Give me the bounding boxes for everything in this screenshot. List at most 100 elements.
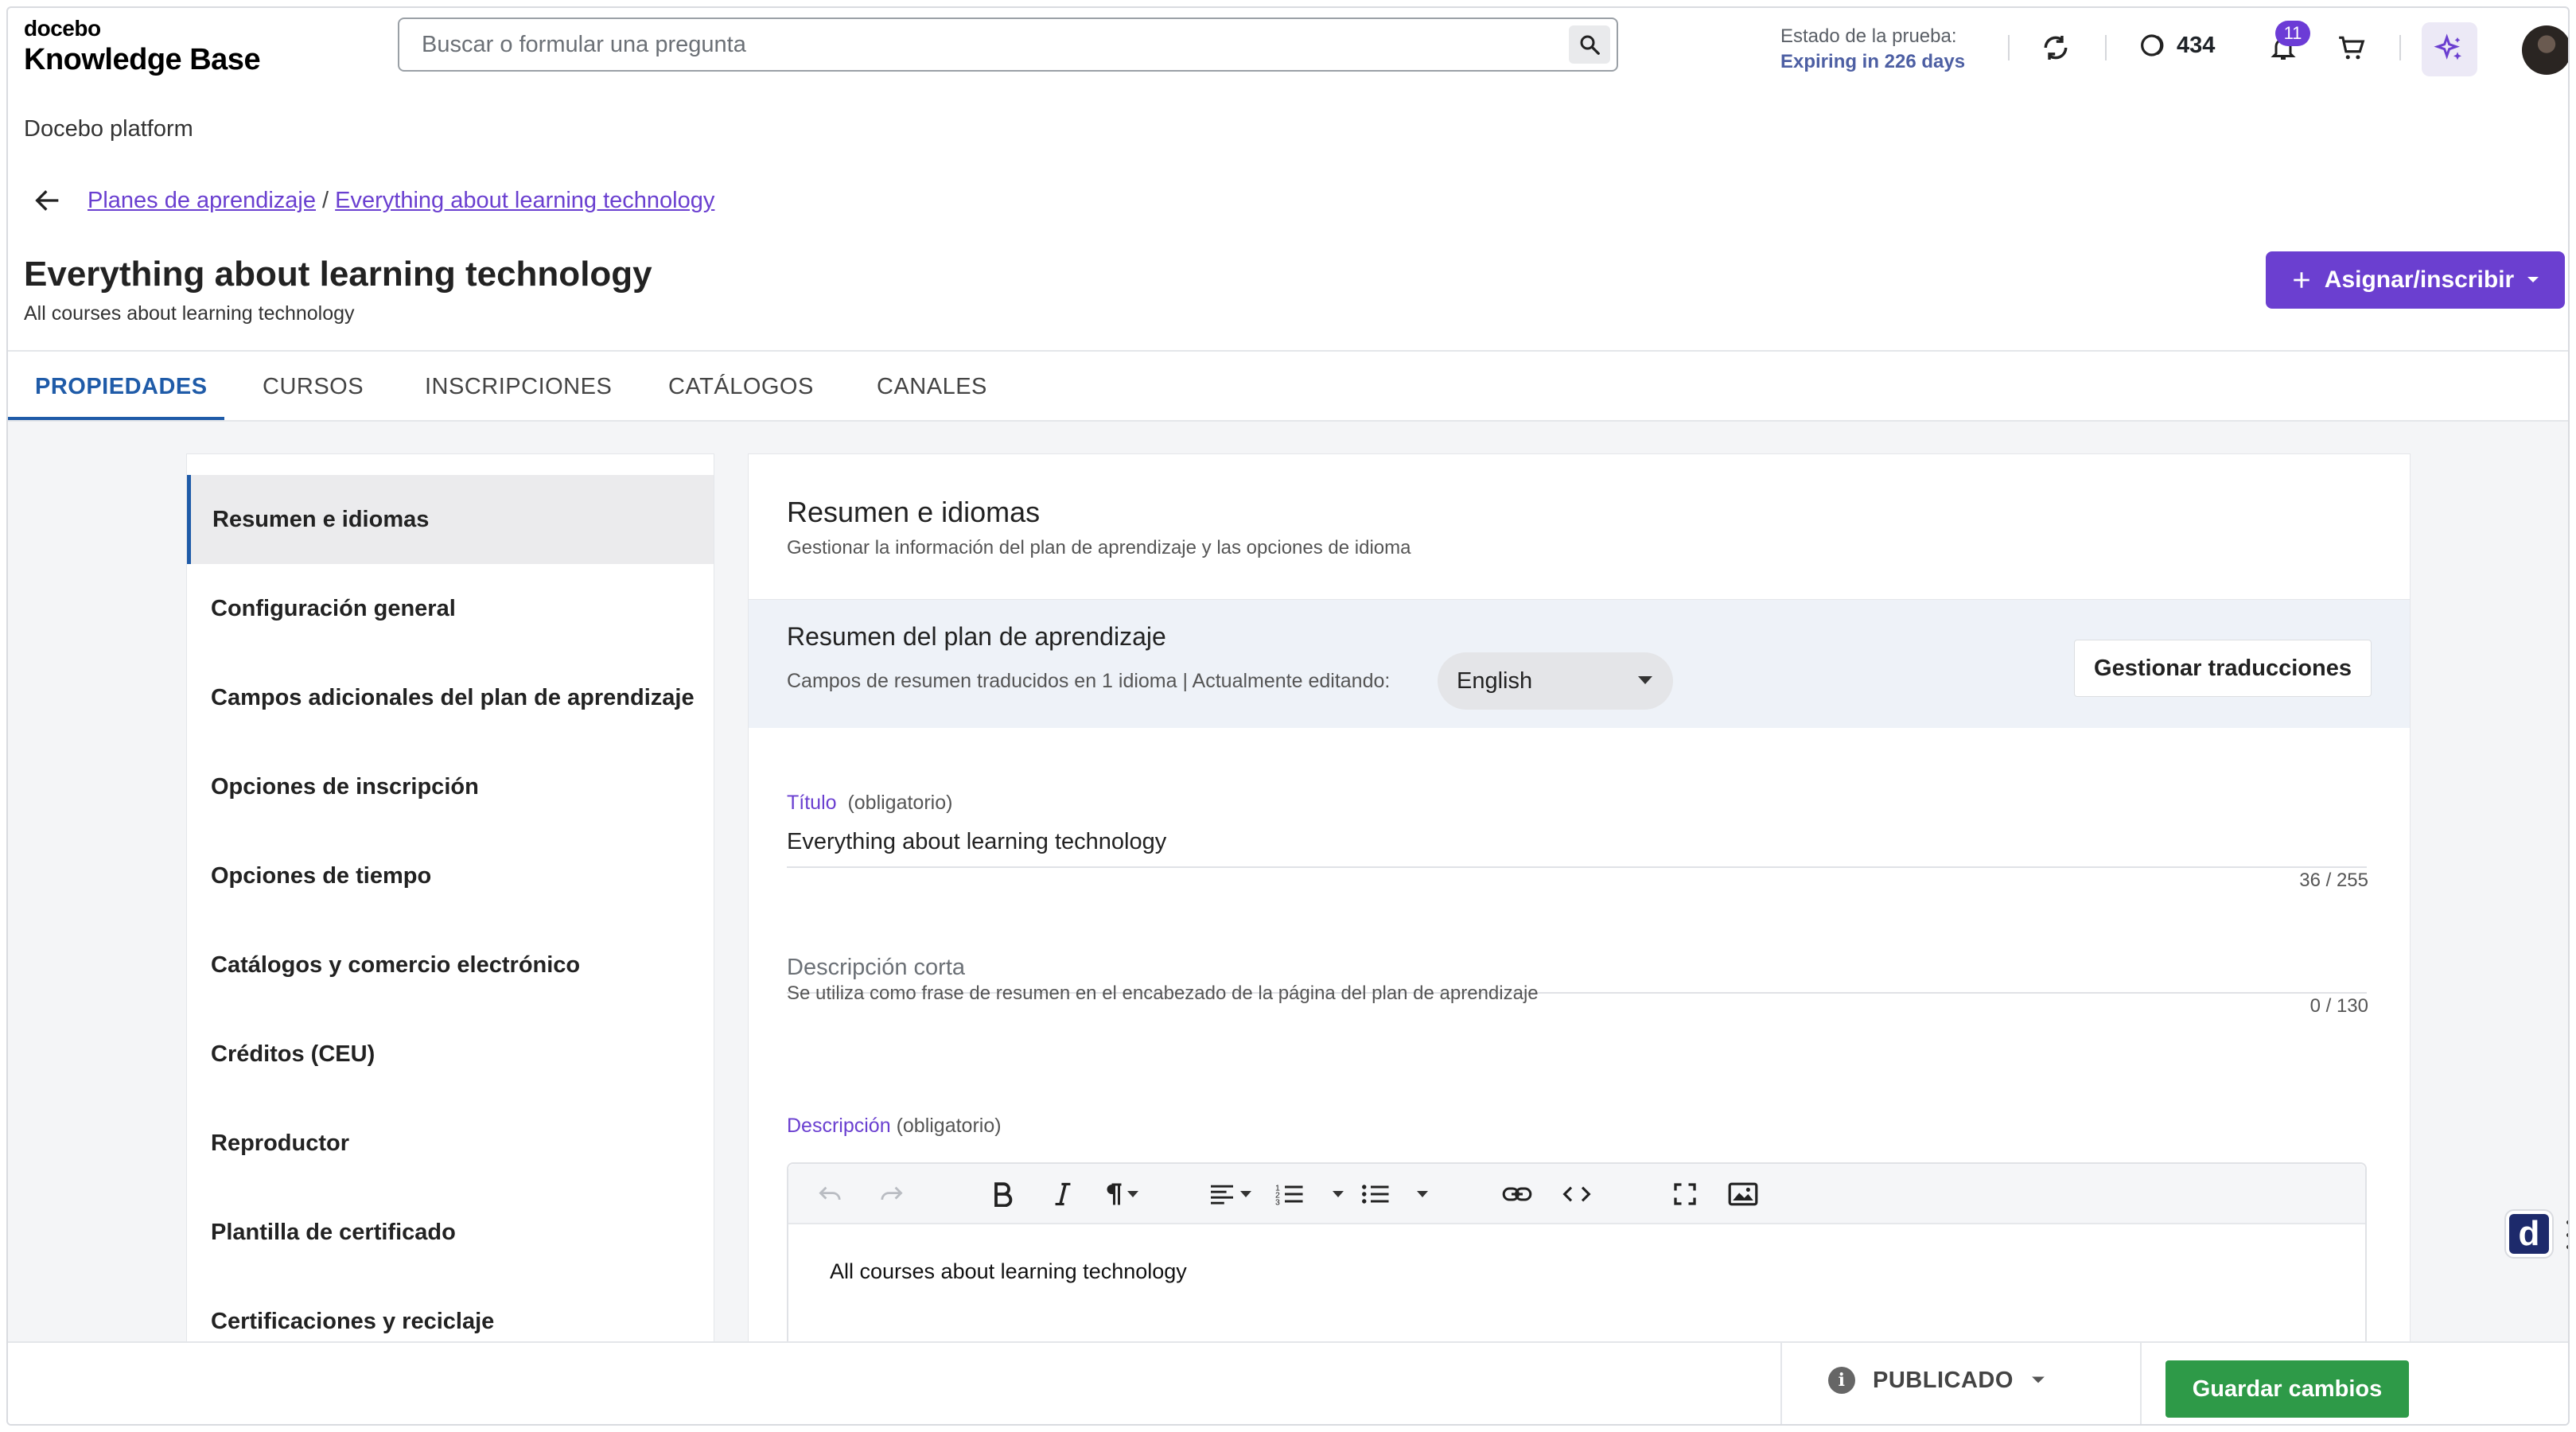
footer-divider (2140, 1343, 2142, 1424)
title-input[interactable] (787, 817, 2367, 868)
ai-assistant-button[interactable] (2422, 22, 2477, 76)
trial-value: Expiring in 226 days (1780, 51, 1966, 72)
publish-status-dropdown[interactable]: i PUBLICADO (1828, 1367, 2045, 1394)
publish-status-label: PUBLICADO (1873, 1367, 2014, 1393)
search-button[interactable] (1569, 25, 1610, 64)
notification-badge: 11 (2275, 21, 2310, 46)
short-description-help: Se utiliza como frase de resumen en el e… (787, 983, 1539, 1004)
sync-button[interactable] (2037, 29, 2075, 67)
image-icon (1728, 1182, 1758, 1206)
header-divider (2008, 35, 2010, 60)
bullet-list-icon (1362, 1185, 1389, 1204)
align-button[interactable] (1208, 1175, 1251, 1213)
caret-down-icon (1333, 1191, 1344, 1197)
trial-status: Estado de la prueba: Expiring in 226 day… (1780, 25, 1965, 73)
coins-counter[interactable]: 434 (2140, 32, 2215, 59)
tab-bar: PROPIEDADES CURSOS INSCRIPCIONES CATÁLOG… (8, 350, 2568, 422)
sidebar-item-certificate-template[interactable]: Plantilla de certificado (187, 1188, 714, 1277)
user-avatar[interactable] (2522, 25, 2568, 75)
active-tab-indicator (8, 417, 224, 420)
description-label-text: Descripción (787, 1115, 891, 1137)
paragraph-format-button[interactable] (1103, 1175, 1138, 1213)
search-input[interactable] (422, 19, 1535, 70)
summary-title: Resumen del plan de aprendizaje (787, 622, 1166, 651)
breadcrumb: Planes de aprendizaje / Everything about… (88, 188, 714, 214)
search-box (398, 18, 1618, 72)
insert-link-button[interactable] (1501, 1175, 1533, 1213)
insert-image-button[interactable] (1727, 1175, 1759, 1213)
manage-translations-button[interactable]: Gestionar traducciones (2074, 640, 2372, 697)
align-left-icon (1211, 1185, 1233, 1204)
fullscreen-button[interactable] (1673, 1175, 1697, 1213)
title-label-text: Título (787, 792, 837, 814)
sidebar-item-catalogs-ecommerce[interactable]: Catálogos y comercio electrónico (187, 920, 714, 1010)
page-title: Everything about learning technology (24, 255, 652, 294)
language-select[interactable]: English (1438, 652, 1673, 710)
bottom-action-bar: i PUBLICADO Guardar cambios (8, 1341, 2568, 1424)
footer-divider (1780, 1343, 1782, 1424)
breadcrumb-link-current[interactable]: Everything about learning technology (335, 188, 714, 213)
code-view-button[interactable] (1562, 1175, 1592, 1213)
header-divider (2399, 35, 2401, 60)
tab-courses[interactable]: CURSOS (263, 352, 364, 422)
save-changes-button[interactable]: Guardar cambios (2165, 1360, 2409, 1418)
sidebar-item-credits[interactable]: Créditos (CEU) (187, 1010, 714, 1099)
cart-icon (2339, 36, 2365, 60)
caret-down-icon (1638, 676, 1652, 684)
assign-enroll-button[interactable]: Asignar/inscribir (2266, 251, 2565, 309)
section-title: Resumen e idiomas (787, 496, 1041, 528)
redo-icon (881, 1186, 903, 1200)
search-icon (1580, 35, 1600, 55)
header-divider (2105, 35, 2107, 60)
page-subtitle: All courses about learning technology (24, 302, 355, 325)
trial-label: Estado de la prueba: (1780, 25, 1957, 47)
sidebar-item-additional-fields[interactable]: Campos adicionales del plan de aprendiza… (187, 653, 714, 742)
tab-enrollments[interactable]: INSCRIPCIONES (425, 352, 612, 422)
sidebar-item-player[interactable]: Reproductor (187, 1099, 714, 1188)
title-field-label: Título (obligatorio) (787, 792, 952, 815)
assign-enroll-label: Asignar/inscribir (2324, 267, 2515, 293)
description-content[interactable]: All courses about learning technology (830, 1259, 1187, 1284)
app-title[interactable]: Knowledge Base (24, 43, 261, 77)
bullet-list-button[interactable] (1361, 1175, 1390, 1213)
ordered-list-button[interactable]: 123 (1275, 1175, 1304, 1213)
sidebar-item-time-options[interactable]: Opciones de tiempo (187, 831, 714, 920)
link-icon (1502, 1187, 1532, 1201)
coins-value: 434 (2177, 32, 2216, 58)
ordered-list-options[interactable] (1328, 1175, 1344, 1213)
bullet-list-options[interactable] (1412, 1175, 1428, 1213)
brand-logo[interactable]: docebo (24, 16, 101, 41)
summary-card: Resumen e idiomas Gestionar la informaci… (748, 453, 2411, 1352)
pilcrow-icon (1107, 1183, 1122, 1205)
back-button[interactable] (32, 185, 64, 216)
breadcrumb-link-learning-plans[interactable]: Planes de aprendizaje (88, 188, 316, 213)
bold-button[interactable] (992, 1175, 1013, 1213)
short-description-counter: 0 / 130 (2309, 995, 2368, 1017)
docebo-assistant-widget[interactable]: d (2506, 1211, 2552, 1257)
title-required: (obligatorio) (847, 792, 953, 814)
cart-button[interactable] (2333, 29, 2371, 67)
italic-button[interactable] (1054, 1175, 1072, 1213)
caret-down-icon (2032, 1376, 2045, 1383)
sync-icon (2044, 35, 2068, 60)
sidebar-item-general-config[interactable]: Configuración general (187, 564, 714, 653)
fullscreen-icon (1674, 1183, 1696, 1205)
app-window: docebo Knowledge Base Estado de la prueb… (6, 6, 2570, 1426)
caret-down-icon (1127, 1191, 1138, 1197)
code-icon (1562, 1186, 1591, 1202)
language-value: English (1457, 667, 1533, 694)
sidebar-item-summary-languages[interactable]: Resumen e idiomas (187, 475, 714, 564)
caret-down-icon (1417, 1191, 1428, 1197)
tab-channels[interactable]: CANALES (877, 352, 987, 422)
more-options-icon[interactable] (2566, 1220, 2568, 1249)
bold-icon (994, 1182, 1013, 1207)
tab-catalogs[interactable]: CATÁLOGOS (668, 352, 814, 422)
description-field-label: Descripción (obligatorio) (787, 1115, 1002, 1138)
settings-sidebar: Resumen e idiomas Configuración general … (186, 453, 714, 1348)
tab-properties[interactable]: PROPIEDADES (35, 352, 208, 422)
top-bar: docebo Knowledge Base Estado de la prueb… (8, 8, 2568, 88)
sidebar-item-enrollment-options[interactable]: Opciones de inscripción (187, 742, 714, 831)
undo-button[interactable] (817, 1175, 844, 1213)
sparkle-icon (2434, 33, 2461, 60)
redo-button[interactable] (877, 1175, 905, 1213)
